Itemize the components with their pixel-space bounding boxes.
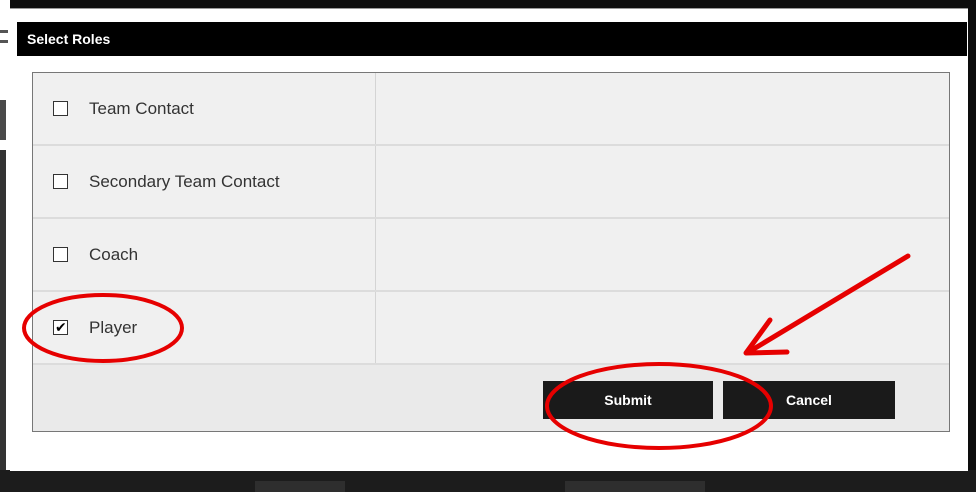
backdrop-strip: [0, 100, 6, 140]
player-checkbox[interactable]: ✔: [53, 319, 68, 335]
role-label: Team Contact: [89, 99, 194, 118]
backdrop-right: [968, 0, 976, 492]
backdrop-left: [0, 0, 10, 492]
role-row-team-contact: Team Contact: [33, 73, 949, 146]
button-bar: Submit Cancel: [33, 365, 949, 431]
menu-icon-bar: [0, 30, 8, 33]
backdrop-top: [0, 0, 976, 8]
role-label: Player: [89, 318, 138, 337]
roles-panel: Team Contact Secondary Team Contact Coac…: [32, 72, 950, 432]
backdrop-bottom: [0, 470, 976, 492]
background-text-ghost: [565, 481, 705, 492]
role-row-secondary-team-contact: Secondary Team Contact: [33, 146, 949, 219]
backdrop-strip: [0, 150, 6, 470]
role-label: Secondary Team Contact: [89, 172, 280, 191]
secondary-team-contact-checkbox[interactable]: [53, 174, 68, 189]
role-row-player: ✔ Player: [33, 292, 949, 365]
menu-icon-bar: [0, 40, 8, 43]
role-cell: Team Contact: [33, 73, 376, 144]
coach-checkbox[interactable]: [53, 247, 68, 262]
modal-title: Select Roles: [17, 22, 967, 56]
cancel-button[interactable]: Cancel: [723, 381, 895, 419]
role-cell: Coach: [33, 219, 376, 290]
role-label: Coach: [89, 245, 139, 264]
background-text-ghost: [255, 481, 345, 492]
checkmark-icon: ✔: [55, 319, 67, 335]
team-contact-checkbox[interactable]: [53, 101, 68, 116]
submit-button[interactable]: Submit: [543, 381, 713, 419]
role-row-coach: Coach: [33, 219, 949, 292]
role-cell: ✔ Player: [33, 292, 376, 363]
role-cell: Secondary Team Contact: [33, 146, 376, 217]
